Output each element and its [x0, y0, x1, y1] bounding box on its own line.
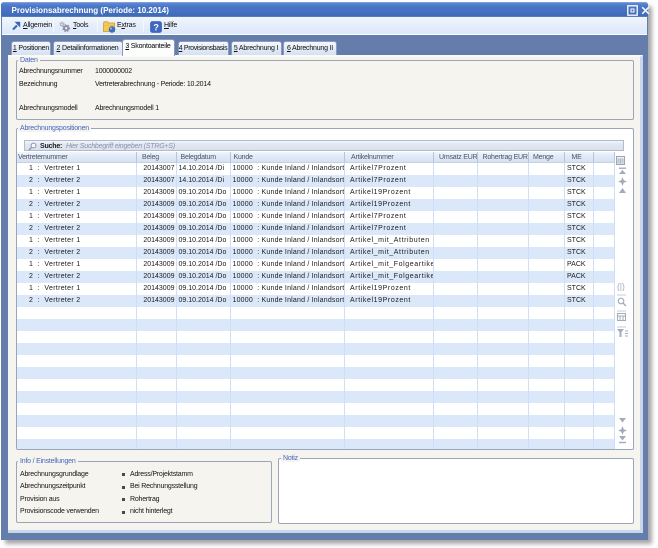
- svg-text:?: ?: [153, 22, 158, 32]
- svg-text:(|): (|): [617, 282, 625, 291]
